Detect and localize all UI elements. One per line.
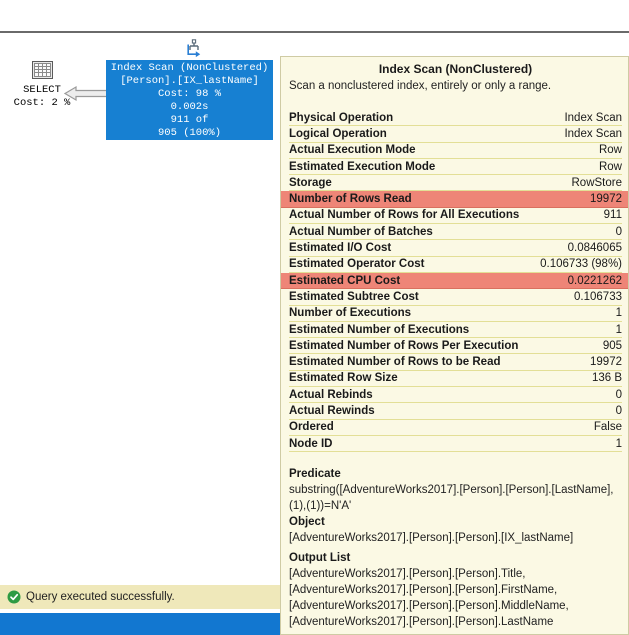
scan-node-cost: Cost: 98 % <box>157 88 221 100</box>
scan-node-object: [Person].[IX_lastName] <box>120 75 259 87</box>
success-check-icon <box>7 590 21 604</box>
tooltip-subtitle: Scan a nonclustered index, entirely or o… <box>289 80 552 92</box>
scan-node-rows-actual: 911 of <box>170 114 209 126</box>
tooltip-row: Number of Executions 1 <box>289 306 622 322</box>
tooltip-row: Estimated I/O Cost 0.0846065 <box>289 240 622 257</box>
scan-node-time: 0.002s <box>170 101 209 113</box>
scan-node-rows-estimated: 905 (100%) <box>157 127 221 139</box>
plan-node-index-scan[interactable]: Index Scan (NonClustered) [Person].[IX_l… <box>106 60 273 140</box>
query-text-header: Query 1: Query cost (relative to the bat… <box>0 0 629 33</box>
tooltip-properties: Physical Operation Index Scan Logical Ope… <box>281 110 628 453</box>
tooltip-row: Estimated Operator Cost 0.106733 (98%) <box>289 257 622 273</box>
tooltip-section-output-list: Output List [AdventureWorks2017].[Person… <box>289 552 569 629</box>
tooltip-row: Node ID 1 <box>289 436 622 453</box>
tooltip-row: Estimated Number of Executions 1 <box>289 322 622 339</box>
tooltip-row: Ordered False <box>289 420 622 436</box>
tooltip-section-predicate: Predicate substring([AdventureWorks2017]… <box>289 468 614 513</box>
tooltip-row: Actual Rebinds 0 <box>289 387 622 404</box>
tooltip-row: Physical Operation Index Scan <box>289 110 622 127</box>
tooltip-row: Estimated Number of Rows to be Read 19972 <box>289 354 622 371</box>
plan-arrow[interactable] <box>63 85 108 102</box>
operator-tooltip: Index Scan (NonClustered) Scan a nonclus… <box>280 56 629 635</box>
tooltip-row: Actual Rewinds 0 <box>289 403 622 420</box>
status-message: Query executed successfully. <box>26 591 175 603</box>
connection-status-bar <box>0 613 280 635</box>
tooltip-sections: Predicate substring([AdventureWorks2017]… <box>289 466 622 630</box>
tooltip-section-object: Object [AdventureWorks2017].[Person].[Pe… <box>289 516 574 545</box>
execution-plan-window: Query 1: Query cost (relative to the bat… <box>0 0 629 635</box>
tooltip-row: Storage RowStore <box>289 175 622 192</box>
plan-cursor-icon <box>187 39 201 58</box>
result-table-icon <box>31 61 53 79</box>
tooltip-row: Estimated Execution Mode Row <box>289 159 622 176</box>
tooltip-row: Actual Number of Batches 0 <box>289 224 622 241</box>
tooltip-row: Estimated Row Size 136 B <box>289 371 622 388</box>
tooltip-row: Actual Number of Rows for All Executions… <box>289 208 622 225</box>
tooltip-row: Actual Execution Mode Row <box>289 143 622 159</box>
tooltip-row: Estimated Subtree Cost 0.106733 <box>289 289 622 306</box>
tooltip-row: Logical Operation Index Scan <box>289 126 622 143</box>
query-status-bar: Query executed successfully. <box>0 585 280 609</box>
tooltip-row-highlighted: Number of Rows Read 19972 <box>281 191 628 208</box>
tooltip-row-highlighted: Estimated CPU Cost 0.0221262 <box>281 272 628 290</box>
tooltip-title: Index Scan (NonClustered) <box>378 62 533 76</box>
tooltip-row: Estimated Number of Rows Per Execution 90… <box>289 338 622 355</box>
scan-node-title: Index Scan (NonClustered) <box>110 62 269 74</box>
